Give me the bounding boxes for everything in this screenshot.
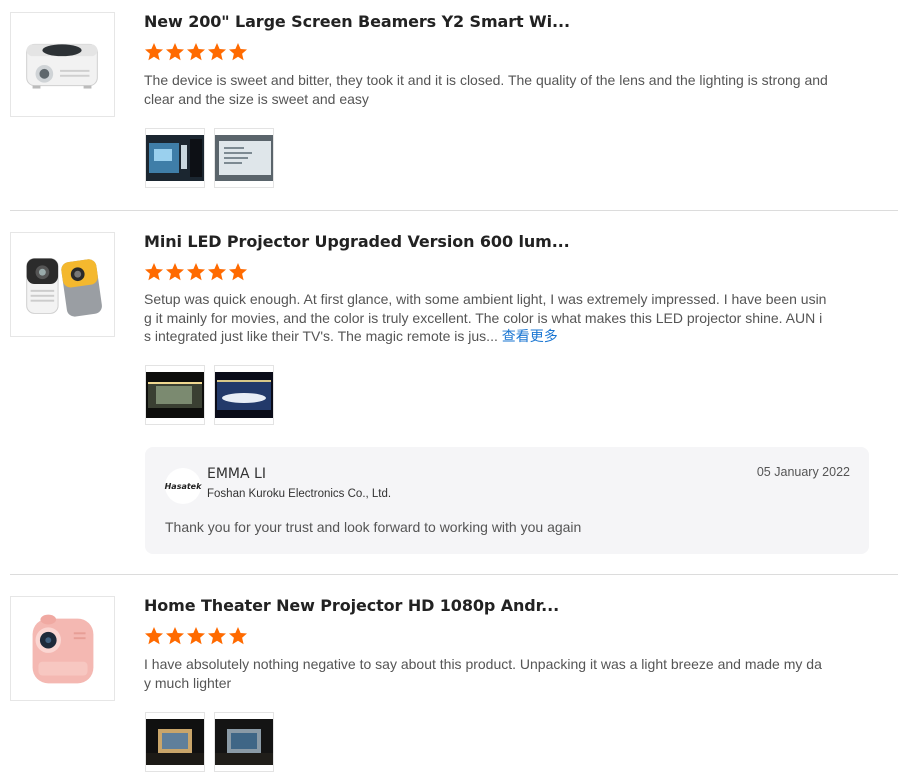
- review-text: Setup was quick enough. At first glance,…: [144, 290, 828, 346]
- photo-image: [146, 372, 204, 418]
- product-title[interactable]: Mini LED Projector Upgraded Version 600 …: [144, 232, 570, 251]
- star-icon: [144, 42, 164, 62]
- review-photo[interactable]: [214, 712, 274, 772]
- seller-reply: Hasatek EMMA LI Foshan Kuroku Electronic…: [145, 447, 869, 554]
- star-icon: [228, 262, 248, 282]
- rating-stars: [144, 262, 248, 282]
- projector-image: [32, 614, 94, 684]
- photo-image: [215, 372, 273, 418]
- star-icon: [144, 262, 164, 282]
- see-more-link[interactable]: 查看更多: [502, 328, 558, 344]
- review-photo[interactable]: [214, 128, 274, 188]
- review-photo[interactable]: [214, 365, 274, 425]
- star-icon: [165, 42, 185, 62]
- star-icon: [207, 42, 227, 62]
- star-icon: [207, 626, 227, 646]
- seller-company: Foshan Kuroku Electronics Co., Ltd.: [207, 488, 392, 500]
- rating-stars: [144, 42, 248, 62]
- product-thumbnail[interactable]: [10, 232, 115, 337]
- product-title[interactable]: Home Theater New Projector HD 1080p Andr…: [144, 596, 559, 615]
- star-icon: [186, 42, 206, 62]
- reply-date: 05 January 2022: [756, 465, 850, 479]
- projector-image: [26, 43, 98, 89]
- star-icon: [228, 626, 248, 646]
- review-photo[interactable]: [145, 128, 205, 188]
- review-text: The device is sweet and bitter, they too…: [144, 72, 828, 107]
- product-title[interactable]: New 200" Large Screen Beamers Y2 Smart W…: [144, 12, 570, 31]
- reply-text: Thank you for your trust and look forwar…: [165, 519, 582, 535]
- photo-image: [146, 719, 204, 765]
- star-icon: [186, 262, 206, 282]
- product-thumbnail[interactable]: [10, 596, 115, 701]
- review-item: Home Theater New Projector HD 1080p Andr…: [10, 596, 898, 784]
- product-thumbnail[interactable]: [10, 12, 115, 117]
- divider: [10, 574, 898, 575]
- star-icon: [207, 262, 227, 282]
- review-item: New 200" Large Screen Beamers Y2 Smart W…: [10, 12, 898, 192]
- rating-stars: [144, 626, 248, 646]
- photo-image: [215, 135, 273, 181]
- star-icon: [186, 626, 206, 646]
- review-text-body: Setup was quick enough. At first glance,…: [144, 291, 827, 344]
- photo-image: [215, 719, 273, 765]
- star-icon: [144, 626, 164, 646]
- star-icon: [165, 626, 185, 646]
- seller-name: EMMA LI: [207, 466, 266, 482]
- review-item: Mini LED Projector Upgraded Version 600 …: [10, 232, 898, 554]
- seller-logo: Hasatek: [165, 468, 201, 504]
- divider: [10, 210, 898, 211]
- star-icon: [165, 262, 185, 282]
- review-photo[interactable]: [145, 365, 205, 425]
- star-icon: [228, 42, 248, 62]
- projector-image: [26, 258, 102, 317]
- review-text: I have absolutely nothing negative to sa…: [144, 656, 822, 691]
- review-photo[interactable]: [145, 712, 205, 772]
- photo-image: [146, 135, 204, 181]
